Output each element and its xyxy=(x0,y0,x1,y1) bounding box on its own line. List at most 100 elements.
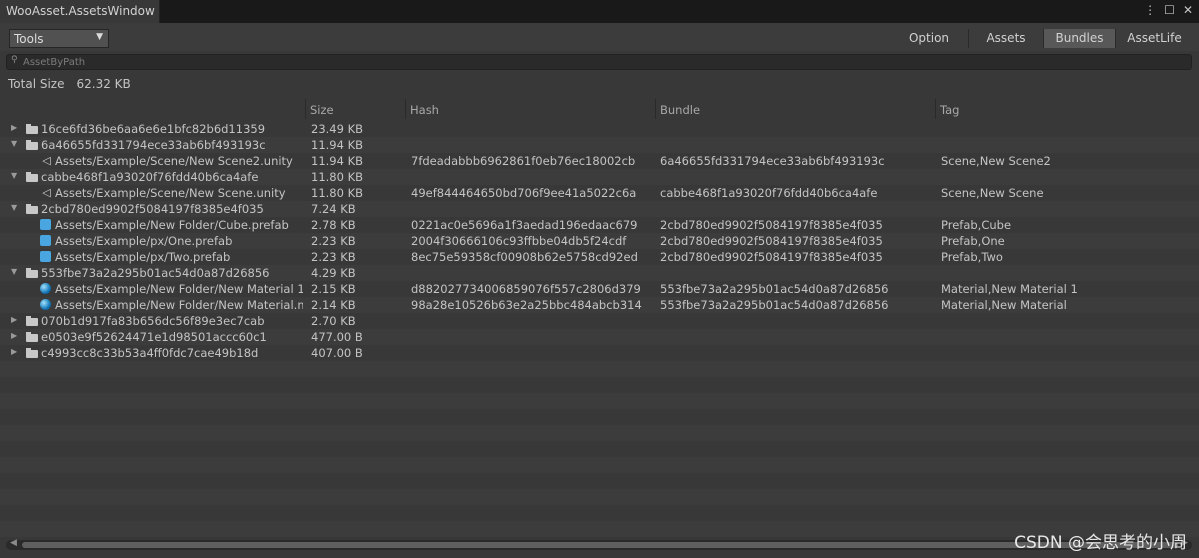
expanded-arrow-icon[interactable]: ▼ xyxy=(11,139,17,148)
asset-row[interactable]: Assets/Example/px/One.prefab 2.23 KB 2004f… xyxy=(0,233,1199,249)
watermark: CSDN @会思考的小周 xyxy=(1014,533,1187,553)
bundle-row[interactable]: ▼ 2cbd780ed9902f5084197f8385e4f035 7.24 KB xyxy=(0,201,1199,217)
row-size: 477.00 B xyxy=(311,330,363,344)
collapsed-arrow-icon[interactable]: ▶ xyxy=(11,123,17,132)
folder-icon xyxy=(26,332,38,342)
search-icon: ⚲ xyxy=(11,55,18,65)
row-name: Assets/Example/px/Two.prefab xyxy=(55,250,231,264)
kebab-icon[interactable]: ⋮ xyxy=(1144,3,1156,17)
row-name: 2cbd780ed9902f5084197f8385e4f035 xyxy=(41,202,264,216)
row-size: 2.70 KB xyxy=(311,314,356,328)
row-name: 070b1d917fa83b656dc56f89e3ec7cab xyxy=(41,314,265,328)
folder-icon xyxy=(26,348,38,358)
bundle-row[interactable]: ▶ 16ce6fd36be6aa6e6e1bfc82b6d11359 23.49 K… xyxy=(0,121,1199,137)
row-tag: Material,New Material xyxy=(941,298,1067,312)
row-name: Assets/Example/px/One.prefab xyxy=(55,234,233,248)
scroll-left-icon[interactable]: ◀ xyxy=(10,538,17,548)
row-hash: 0221ac0e5696a1f3aedad196edaac679 xyxy=(411,218,638,232)
expanded-arrow-icon[interactable]: ▼ xyxy=(11,171,17,180)
row-name: Assets/Example/New Folder/New Material 1… xyxy=(55,282,303,296)
empty-row xyxy=(0,441,1199,457)
row-bundle: 2cbd780ed9902f5084197f8385e4f035 xyxy=(660,218,883,232)
row-hash: 49ef844464650bd706f9ee41a5022c6a xyxy=(411,186,637,200)
row-name: Assets/Example/Scene/New Scene.unity xyxy=(55,186,286,200)
total-size-label: Total Size xyxy=(8,77,65,91)
bundle-tree: ▶ 16ce6fd36be6aa6e6e1bfc82b6d11359 23.49 K… xyxy=(0,121,1199,537)
row-name: Assets/Example/Scene/New Scene2.unity xyxy=(55,154,293,168)
bundle-row[interactable]: ▶ e0503e9f52624471e1d98501accc60c1 477.00 … xyxy=(0,329,1199,345)
tab-option[interactable]: Option xyxy=(890,29,968,48)
row-name: Assets/Example/New Folder/Cube.prefab xyxy=(55,218,289,232)
empty-row xyxy=(0,457,1199,473)
row-size: 2.23 KB xyxy=(311,234,356,248)
table-header: Size Hash Bundle Tag xyxy=(0,99,1199,119)
row-name: 553fbe73a2a295b01ac54d0a87d26856 xyxy=(41,266,270,280)
expanded-arrow-icon[interactable]: ▼ xyxy=(11,203,17,212)
asset-row[interactable]: Assets/Example/px/Two.prefab 2.23 KB 8ec75… xyxy=(0,249,1199,265)
tab-bundles[interactable]: Bundles xyxy=(1043,29,1115,48)
column-tag-header[interactable]: Tag xyxy=(935,99,1199,119)
bundle-row[interactable]: ▶ c4993cc8c33b53a4ff0fdc7cae49b18d 407.00 … xyxy=(0,345,1199,361)
asset-row[interactable]: Assets/Example/New Folder/New Material.m… xyxy=(0,297,1199,313)
bundle-row[interactable]: ▶ 070b1d917fa83b656dc56f89e3ec7cab 2.70 KB xyxy=(0,313,1199,329)
row-hash: 8ec75e59358cf00908b62e5758cd92ed xyxy=(411,250,638,264)
asset-row[interactable]: ◁ Assets/Example/Scene/New Scene.unity 11.… xyxy=(0,185,1199,201)
row-name: c4993cc8c33b53a4ff0fdc7cae49b18d xyxy=(41,346,259,360)
row-bundle: 553fbe73a2a295b01ac54d0a87d26856 xyxy=(660,282,889,296)
expanded-arrow-icon[interactable]: ▼ xyxy=(11,267,17,276)
collapsed-arrow-icon[interactable]: ▶ xyxy=(11,331,17,340)
window-tab-bar: WooAsset.AssetsWindow ⋮ ☐ ✕ xyxy=(0,0,1199,23)
toolbar: Tools ▼ Option Assets Bundles AssetLife xyxy=(0,23,1199,51)
search-box[interactable]: ⚲ xyxy=(6,54,1192,70)
tab-assets[interactable]: Assets xyxy=(968,29,1043,48)
window-tab[interactable]: WooAsset.AssetsWindow xyxy=(0,0,160,23)
row-size: 7.24 KB xyxy=(311,202,356,216)
bundle-row[interactable]: ▼ cabbe468f1a93020f76fdd40b6ca4afe 11.80 K… xyxy=(0,169,1199,185)
empty-row xyxy=(0,393,1199,409)
row-name: 16ce6fd36be6aa6e6e1bfc82b6d11359 xyxy=(41,122,266,136)
bundle-row[interactable]: ▼ 6a46655fd331794ece33ab6bf493193c 11.94 K… xyxy=(0,137,1199,153)
row-name: cabbe468f1a93020f76fdd40b6ca4afe xyxy=(41,170,259,184)
collapsed-arrow-icon[interactable]: ▶ xyxy=(11,315,17,324)
folder-icon xyxy=(26,172,38,182)
column-name-header[interactable] xyxy=(0,99,305,119)
asset-row[interactable]: Assets/Example/New Folder/Cube.prefab 2.7… xyxy=(0,217,1199,233)
asset-row[interactable]: ◁ Assets/Example/Scene/New Scene2.unity 11… xyxy=(0,153,1199,169)
column-bundle-header[interactable]: Bundle xyxy=(655,99,935,119)
row-hash: 98a28e10526b63e2a25bbc484abcb314 xyxy=(411,298,642,312)
empty-row xyxy=(0,425,1199,441)
row-bundle: 2cbd780ed9902f5084197f8385e4f035 xyxy=(660,234,883,248)
row-tag: Scene,New Scene2 xyxy=(941,154,1051,168)
material-sphere-icon xyxy=(40,299,51,310)
collapsed-arrow-icon[interactable]: ▶ xyxy=(11,347,17,356)
row-bundle: 6a46655fd331794ece33ab6bf493193c xyxy=(660,154,885,168)
search-input[interactable] xyxy=(23,55,1173,69)
tools-label: Tools xyxy=(14,32,44,46)
folder-icon xyxy=(26,316,38,326)
prefab-cube-icon xyxy=(40,235,51,246)
window-controls: ⋮ ☐ ✕ xyxy=(1144,3,1193,17)
material-sphere-icon xyxy=(40,283,51,294)
column-size-header[interactable]: Size xyxy=(305,99,405,119)
close-icon[interactable]: ✕ xyxy=(1183,3,1193,17)
row-name: 6a46655fd331794ece33ab6bf493193c xyxy=(41,138,266,152)
folder-icon xyxy=(26,140,38,150)
row-hash: d882027734006859076f557c2806d379 xyxy=(411,282,641,296)
tools-dropdown[interactable]: Tools ▼ xyxy=(9,29,109,48)
row-bundle: 553fbe73a2a295b01ac54d0a87d26856 xyxy=(660,298,889,312)
bundle-row[interactable]: ▼ 553fbe73a2a295b01ac54d0a87d26856 4.29 KB xyxy=(0,265,1199,281)
scrollbar-thumb[interactable] xyxy=(22,542,1178,548)
tab-assetlife[interactable]: AssetLife xyxy=(1115,29,1193,48)
empty-row xyxy=(0,409,1199,425)
row-name: e0503e9f52624471e1d98501accc60c1 xyxy=(41,330,267,344)
asset-row[interactable]: Assets/Example/New Folder/New Material 1… xyxy=(0,281,1199,297)
row-size: 11.80 KB xyxy=(311,170,364,184)
folder-icon xyxy=(26,268,38,278)
row-bundle: cabbe468f1a93020f76fdd40b6ca4afe xyxy=(660,186,878,200)
prefab-cube-icon xyxy=(40,219,51,230)
column-hash-header[interactable]: Hash xyxy=(405,99,655,119)
empty-row xyxy=(0,473,1199,489)
maximize-icon[interactable]: ☐ xyxy=(1164,3,1175,17)
unity-scene-icon: ◁ xyxy=(42,154,51,167)
row-size: 2.14 KB xyxy=(311,298,356,312)
